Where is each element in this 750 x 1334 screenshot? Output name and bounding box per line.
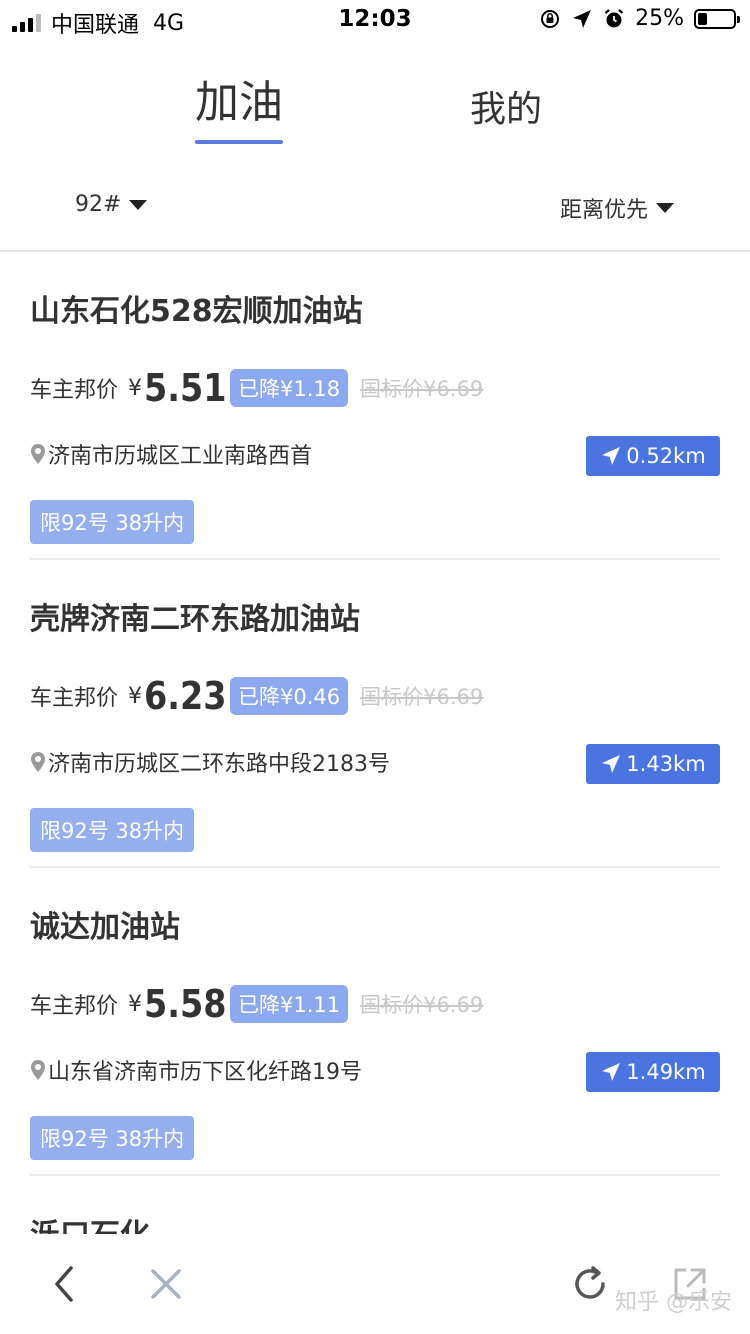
limit-tag: 限92号 38升内	[30, 808, 195, 852]
price-value: 5.51	[144, 366, 227, 410]
location-arrow-icon	[573, 9, 592, 28]
navigation-arrow-icon	[602, 447, 621, 465]
station-name: 山东石化528宏顺加油站	[30, 294, 363, 329]
price-label: 车主邦价	[30, 994, 119, 1019]
price-value: 6.23	[144, 674, 227, 718]
price-row: 车主邦价 ¥ 5.58 已降¥1.11 国标价¥6.69	[30, 982, 483, 1026]
orientation-lock-icon	[541, 9, 560, 28]
location-pin-icon	[31, 1060, 45, 1080]
close-button[interactable]	[142, 1260, 190, 1308]
status-bar: 中国联通 4G 12:03 25%	[0, 0, 750, 40]
discount-badge: 已降¥1.18	[230, 369, 349, 407]
price-row: 车主邦价 ¥ 6.23 已降¥0.46 国标价¥6.69	[30, 674, 483, 718]
station-card[interactable]: 壳牌济南二环东路加油站 车主邦价 ¥ 6.23 已降¥0.46 国标价¥6.69…	[30, 560, 720, 868]
standard-price: 国标价¥6.69	[360, 377, 484, 401]
station-address: 济南市历城区工业南路西首	[48, 444, 313, 469]
tab-mine[interactable]: 我的	[470, 80, 542, 132]
price-row: 车主邦价 ¥ 5.51 已降¥1.18 国标价¥6.69	[30, 366, 483, 410]
address-row: 济南市历城区二环东路中段2183号	[30, 746, 390, 778]
currency-symbol: ¥	[128, 991, 143, 1017]
station-address: 山东省济南市历下区化纤路19号	[48, 1060, 362, 1085]
tab-mine-label: 我的	[470, 89, 543, 130]
station-list: 山东石化528宏顺加油站 车主邦价 ¥ 5.51 已降¥1.18 国标价¥6.6…	[30, 252, 720, 1176]
sort-dropdown[interactable]: 距离优先	[560, 192, 674, 224]
station-card[interactable]: 诚达加油站 车主邦价 ¥ 5.58 已降¥1.11 国标价¥6.69 山东省济南…	[30, 868, 720, 1176]
navigation-arrow-icon	[602, 755, 621, 773]
sort-label: 距离优先	[559, 198, 648, 223]
fuel-grade-dropdown[interactable]: 92#	[75, 192, 148, 217]
bottom-toolbar: 知乎 @乐安	[0, 1234, 750, 1334]
price-label: 车主邦价	[30, 686, 119, 711]
currency-symbol: ¥	[128, 683, 143, 709]
navigate-button[interactable]: 0.52km	[586, 436, 720, 476]
tab-active-underline	[195, 140, 283, 144]
navigate-button[interactable]: 1.43km	[586, 744, 720, 784]
standard-price: 国标价¥6.69	[360, 993, 484, 1017]
station-name-partial[interactable]: 泺口石化	[30, 1210, 150, 1234]
distance-label: 1.49km	[626, 1060, 706, 1084]
location-pin-icon	[31, 444, 45, 464]
distance-label: 1.43km	[626, 752, 706, 776]
alarm-icon	[604, 8, 624, 27]
watermark: 知乎 @乐安	[615, 1290, 732, 1315]
filter-bar: 92# 距离优先	[0, 180, 750, 252]
tab-refuel-label: 加油	[195, 77, 283, 128]
price-label: 车主邦价	[30, 378, 119, 403]
close-icon	[151, 1269, 181, 1299]
limit-tag: 限92号 38升内	[30, 1116, 195, 1160]
station-address: 济南市历城区二环东路中段2183号	[48, 752, 390, 777]
back-button[interactable]	[40, 1260, 88, 1308]
discount-badge: 已降¥0.46	[230, 677, 349, 715]
top-tabs: 加油 我的	[0, 66, 750, 146]
discount-badge: 已降¥1.11	[230, 985, 349, 1023]
navigate-button[interactable]: 1.49km	[586, 1052, 720, 1092]
navigation-arrow-icon	[602, 1063, 621, 1081]
caret-down-icon	[129, 199, 148, 210]
status-right: 25%	[539, 6, 740, 31]
standard-price: 国标价¥6.69	[360, 685, 484, 709]
price-value: 5.58	[144, 982, 227, 1026]
address-row: 济南市历城区工业南路西首	[30, 438, 312, 470]
refresh-icon	[575, 1266, 605, 1299]
station-name: 诚达加油站	[30, 910, 180, 945]
currency-symbol: ¥	[128, 375, 143, 401]
caret-down-icon	[656, 203, 674, 213]
limit-tag: 限92号 38升内	[30, 500, 195, 544]
battery-icon	[694, 8, 740, 29]
distance-label: 0.52km	[626, 444, 706, 468]
station-name: 壳牌济南二环东路加油站	[30, 602, 360, 637]
fuel-grade-label: 92#	[75, 192, 122, 217]
station-card[interactable]: 山东石化528宏顺加油站 车主邦价 ¥ 5.51 已降¥1.18 国标价¥6.6…	[30, 252, 720, 560]
tab-refuel[interactable]: 加油	[195, 66, 283, 144]
refresh-button[interactable]	[566, 1260, 614, 1308]
location-pin-icon	[31, 752, 45, 772]
chevron-left-icon	[55, 1266, 73, 1302]
battery-percent: 25%	[635, 6, 684, 31]
address-row: 山东省济南市历下区化纤路19号	[30, 1054, 362, 1086]
